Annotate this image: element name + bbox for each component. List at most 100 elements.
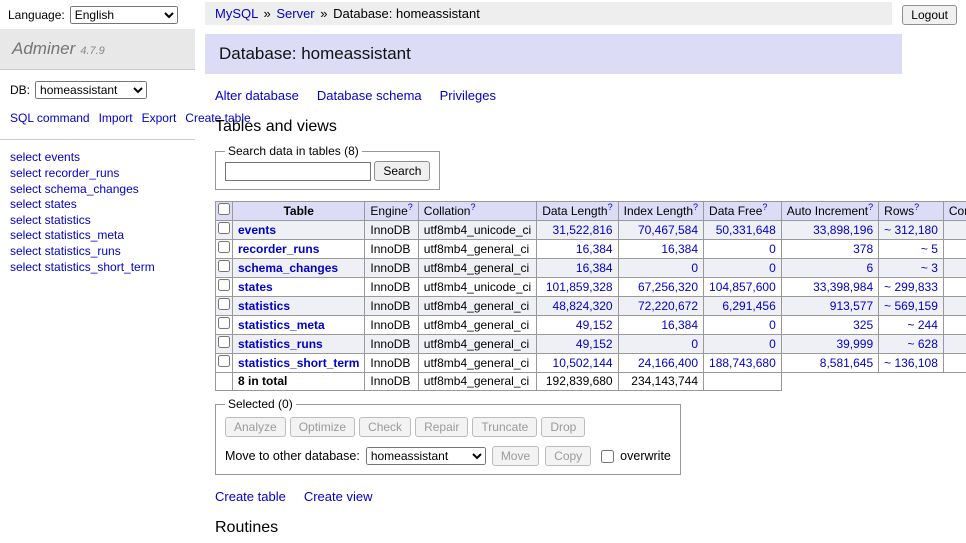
- index-length-link[interactable]: 16,384: [661, 242, 698, 256]
- index-length-link[interactable]: 72,220,672: [638, 299, 698, 313]
- index-length-link[interactable]: 70,467,584: [638, 223, 698, 237]
- rows-link[interactable]: ~ 312,180: [884, 223, 938, 237]
- rows-link[interactable]: ~ 3: [921, 261, 938, 275]
- table-name-link[interactable]: recorder_runs: [238, 242, 319, 256]
- auto-increment-link[interactable]: 378: [853, 242, 873, 256]
- rows-link[interactable]: ~ 5: [921, 242, 938, 256]
- copy-button[interactable]: Copy: [545, 446, 591, 466]
- row-checkbox[interactable]: [218, 336, 230, 348]
- language-select[interactable]: English: [70, 6, 178, 24]
- help-link[interactable]: ?: [470, 202, 475, 212]
- db-link-database-schema[interactable]: Database schema: [317, 88, 422, 103]
- index-length-link[interactable]: 67,256,320: [638, 280, 698, 294]
- data-length-link[interactable]: 49,152: [576, 337, 613, 351]
- row-checkbox[interactable]: [218, 355, 230, 367]
- help-link[interactable]: ?: [608, 202, 613, 212]
- db-link-privileges[interactable]: Privileges: [440, 88, 496, 103]
- db-select[interactable]: homeassistant: [35, 81, 147, 99]
- table-name-link[interactable]: events: [238, 223, 276, 237]
- sidebar-table-link-schema-changes[interactable]: select schema_changes: [10, 182, 185, 198]
- sidebar-table-link-statistics-runs[interactable]: select statistics_runs: [10, 244, 185, 260]
- data-free-link[interactable]: 0: [769, 337, 776, 351]
- move-button[interactable]: Move: [492, 446, 539, 466]
- row-checkbox[interactable]: [218, 222, 230, 234]
- data-length-link[interactable]: 49,152: [576, 318, 613, 332]
- auto-increment-link[interactable]: 33,898,196: [813, 223, 873, 237]
- auto-increment-link[interactable]: 33,398,984: [813, 280, 873, 294]
- sidebar-table-link-statistics-short-term[interactable]: select statistics_short_term: [10, 260, 185, 276]
- search-button[interactable]: Search: [374, 161, 430, 181]
- select-all-checkbox[interactable]: [218, 203, 230, 215]
- rows-link[interactable]: ~ 244: [908, 318, 938, 332]
- optimize-button[interactable]: Optimize: [290, 417, 355, 437]
- data-length-link[interactable]: 10,502,144: [553, 356, 613, 370]
- logout-button[interactable]: Logout: [902, 5, 957, 25]
- sidebar-table-link-statistics[interactable]: select statistics: [10, 213, 185, 229]
- data-length-link[interactable]: 16,384: [576, 242, 613, 256]
- help-link[interactable]: ?: [408, 202, 413, 212]
- data-free-link[interactable]: 6,291,456: [722, 299, 775, 313]
- data-length-link[interactable]: 101,859,328: [546, 280, 613, 294]
- rows-link[interactable]: ~ 569,159: [884, 299, 938, 313]
- row-checkbox[interactable]: [218, 260, 230, 272]
- row-checkbox[interactable]: [218, 298, 230, 310]
- sidebar-table-link-recorder-runs[interactable]: select recorder_runs: [10, 166, 185, 182]
- row-checkbox[interactable]: [218, 241, 230, 253]
- row-checkbox[interactable]: [218, 279, 230, 291]
- breadcrumb-link-mysql[interactable]: MySQL: [215, 6, 258, 21]
- index-length-link[interactable]: 24,166,400: [638, 356, 698, 370]
- auto-increment-link[interactable]: 39,999: [836, 337, 873, 351]
- drop-button[interactable]: Drop: [541, 417, 585, 437]
- repair-button[interactable]: Repair: [415, 417, 468, 437]
- move-db-select[interactable]: homeassistant: [366, 447, 486, 465]
- table-name-link[interactable]: schema_changes: [238, 261, 338, 275]
- auto-increment-link[interactable]: 325: [853, 318, 873, 332]
- sidebar-table-link-events[interactable]: select events: [10, 150, 185, 166]
- table-name-link[interactable]: statistics: [238, 299, 290, 313]
- data-free-link[interactable]: 0: [769, 261, 776, 275]
- help-link[interactable]: ?: [693, 202, 698, 212]
- data-free-link[interactable]: 0: [769, 242, 776, 256]
- truncate-button[interactable]: Truncate: [472, 417, 537, 437]
- overwrite-checkbox[interactable]: [601, 450, 614, 463]
- table-name-link[interactable]: statistics_runs: [238, 337, 323, 351]
- data-length-link[interactable]: 48,824,320: [553, 299, 613, 313]
- engine-cell: InnoDB: [365, 278, 418, 297]
- row-checkbox-cell: [216, 316, 233, 335]
- search-input[interactable]: [225, 162, 371, 181]
- data-free-link[interactable]: 104,857,600: [709, 280, 776, 294]
- sidebar-action-import[interactable]: Import: [99, 111, 133, 125]
- check-button[interactable]: Check: [359, 417, 411, 437]
- data-length-link[interactable]: 16,384: [576, 261, 613, 275]
- rows-link[interactable]: ~ 299,833: [884, 280, 938, 294]
- auto-increment-link[interactable]: 6: [866, 261, 873, 275]
- data-length-cell: 31,522,816: [537, 221, 618, 240]
- table-name-link[interactable]: statistics_meta: [238, 318, 325, 332]
- rows-link[interactable]: ~ 628: [908, 337, 938, 351]
- create-link-create-view[interactable]: Create view: [304, 489, 373, 504]
- help-link[interactable]: ?: [914, 202, 919, 212]
- rows-link[interactable]: ~ 136,108: [884, 356, 938, 370]
- data-free-link[interactable]: 0: [769, 318, 776, 332]
- data-free-link[interactable]: 50,331,648: [716, 223, 776, 237]
- breadcrumb-link-server[interactable]: Server: [276, 6, 314, 21]
- data-length-link[interactable]: 31,522,816: [553, 223, 613, 237]
- create-link-create-table[interactable]: Create table: [215, 489, 286, 504]
- index-length-link[interactable]: 0: [691, 337, 698, 351]
- index-length-link[interactable]: 0: [691, 261, 698, 275]
- index-length-link[interactable]: 16,384: [661, 318, 698, 332]
- data-free-link[interactable]: 188,743,680: [709, 356, 776, 370]
- auto-increment-link[interactable]: 8,581,645: [820, 356, 873, 370]
- sidebar-action-export[interactable]: Export: [142, 111, 177, 125]
- auto-increment-link[interactable]: 913,577: [830, 299, 873, 313]
- sidebar-table-link-statistics-meta[interactable]: select statistics_meta: [10, 228, 185, 244]
- help-link[interactable]: ?: [762, 202, 767, 212]
- sidebar-action-sql-command[interactable]: SQL command: [10, 111, 90, 125]
- sidebar-table-link-states[interactable]: select states: [10, 197, 185, 213]
- analyze-button[interactable]: Analyze: [225, 417, 286, 437]
- help-link[interactable]: ?: [868, 202, 873, 212]
- db-link-alter-database[interactable]: Alter database: [215, 88, 299, 103]
- row-checkbox[interactable]: [218, 317, 230, 329]
- table-name-link[interactable]: statistics_short_term: [238, 356, 359, 370]
- table-name-link[interactable]: states: [238, 280, 273, 294]
